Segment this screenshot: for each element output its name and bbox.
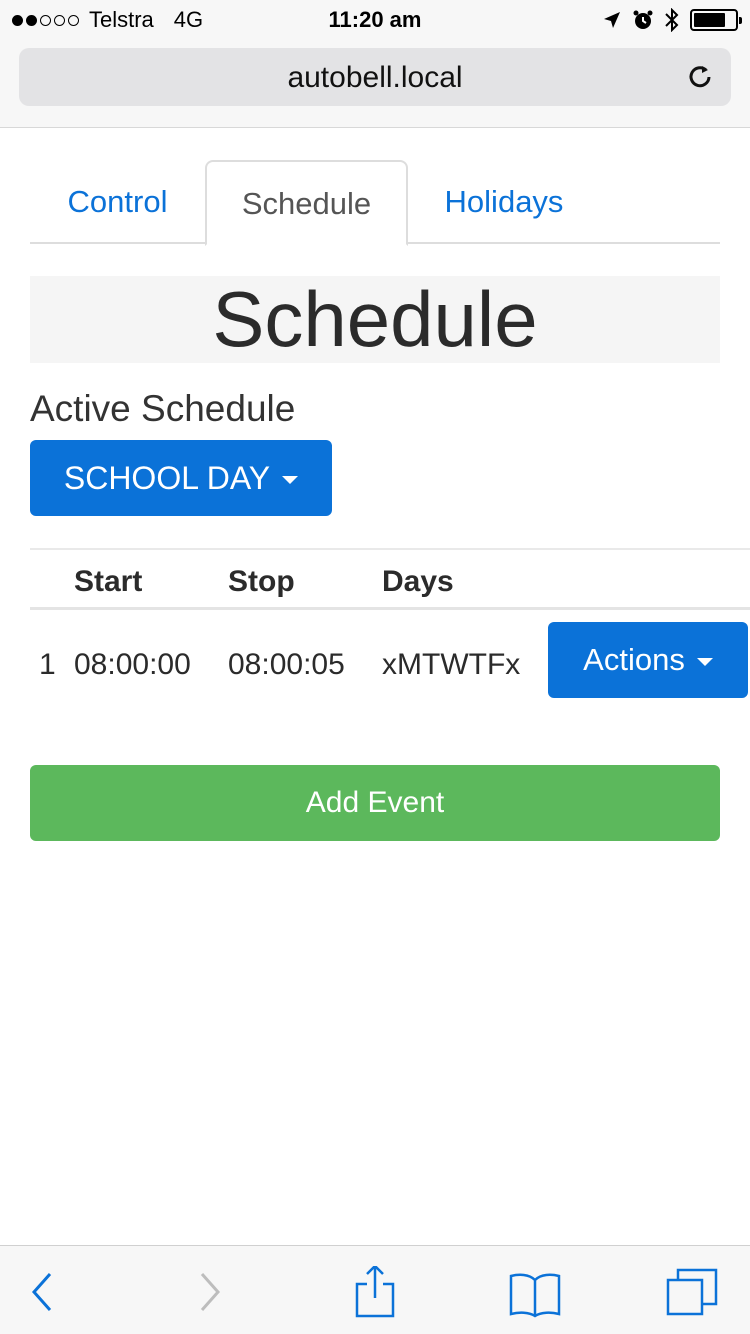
actions-label: Actions: [583, 642, 685, 677]
caret-down-icon: [696, 658, 713, 666]
table-header: Start Stop Days: [30, 548, 750, 610]
row-index: 1: [39, 648, 56, 681]
table-row: 1 08:00:00 08:00:05 xMTWTFx Actions: [30, 610, 750, 720]
row-stop-time: 08:00:05: [228, 648, 345, 681]
reload-icon[interactable]: [685, 62, 715, 92]
row-days: xMTWTFx: [382, 648, 521, 681]
tab-schedule[interactable]: Schedule: [205, 160, 408, 246]
status-right: [602, 8, 742, 32]
alarm-icon: [633, 10, 653, 29]
url-text[interactable]: autobell.local: [19, 61, 731, 95]
page-title: Schedule: [30, 276, 720, 363]
address-bar[interactable]: autobell.local: [19, 48, 731, 106]
events-table: Start Stop Days 1 08:00:00 08:00:05 xMTW…: [30, 548, 750, 720]
bluetooth-icon: [665, 8, 679, 32]
battery-icon: [690, 9, 742, 31]
column-header-stop: Stop: [228, 565, 295, 598]
active-schedule-value: SCHOOL DAY: [63, 459, 271, 496]
caret-down-icon: [282, 476, 299, 484]
add-event-button[interactable]: Add Event: [30, 765, 720, 841]
location-icon: [604, 12, 620, 28]
active-schedule-dropdown[interactable]: SCHOOL DAY: [30, 440, 332, 516]
nav-tabs: Control Schedule Holidays: [30, 160, 720, 246]
tabs-icon[interactable]: [666, 1266, 718, 1318]
bookmarks-icon[interactable]: [509, 1266, 561, 1318]
column-header-start: Start: [74, 565, 143, 598]
back-icon[interactable]: [16, 1266, 68, 1318]
forward-icon[interactable]: [184, 1266, 236, 1318]
row-start-time: 08:00:00: [74, 648, 191, 681]
column-header-days: Days: [382, 565, 454, 598]
tab-holidays[interactable]: Holidays: [408, 160, 600, 244]
share-icon[interactable]: [349, 1266, 401, 1318]
tab-control[interactable]: Control: [30, 160, 205, 244]
status-bar: Telstra 4G 11:20 am: [0, 0, 750, 40]
actions-dropdown-button[interactable]: Actions: [548, 622, 748, 698]
active-schedule-label: Active Schedule: [30, 388, 296, 429]
browser-top-bar: Telstra 4G 11:20 am autobell.local: [0, 0, 750, 128]
browser-toolbar: [0, 1245, 750, 1334]
